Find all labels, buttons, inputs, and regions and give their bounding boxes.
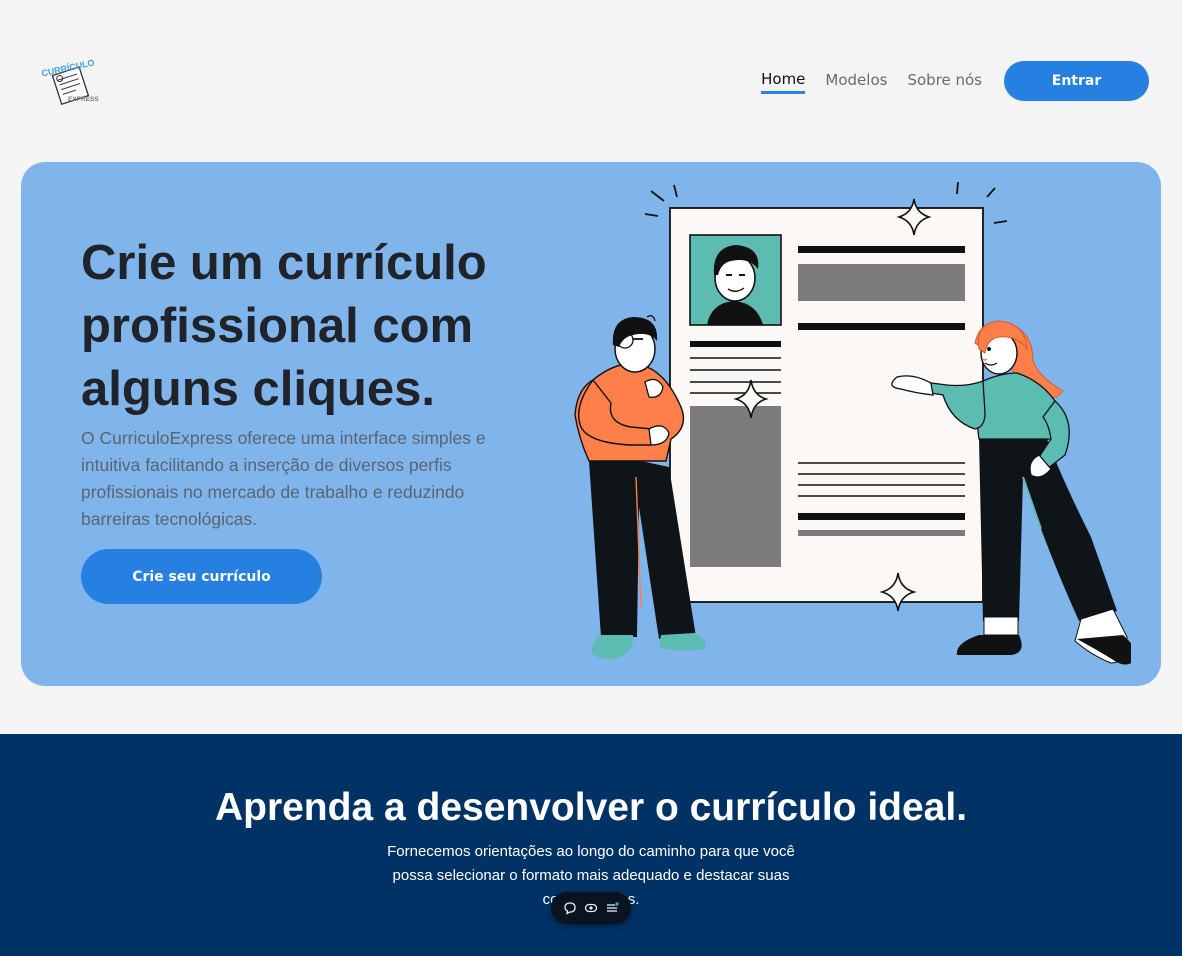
nav-home[interactable]: Home xyxy=(761,69,806,94)
hero-description: O CurriculoExpress oferece uma interface… xyxy=(81,428,486,529)
main-nav: Home Modelos Sobre nós Entrar xyxy=(761,61,1149,101)
logo-text-bottom: EXPRESS xyxy=(68,96,99,103)
comment-icon[interactable] xyxy=(562,900,578,916)
login-button[interactable]: Entrar xyxy=(1004,61,1149,101)
site-header: CURRÍCULO EXPRESS Home Modelos Sobre nós… xyxy=(0,0,1182,162)
logo[interactable]: CURRÍCULO EXPRESS xyxy=(38,56,100,106)
eye-icon[interactable] xyxy=(583,900,599,916)
nav-models[interactable]: Modelos xyxy=(825,70,887,92)
resume-document-icon: CURRÍCULO EXPRESS xyxy=(41,57,99,105)
learn-title: Aprenda a desenvolver o currículo ideal. xyxy=(214,786,968,829)
menu-icon[interactable] xyxy=(604,900,620,916)
hero-title: Crie um currículo profissional com algun… xyxy=(81,236,487,416)
hero-section: Crie um currículo profissional com algun… xyxy=(21,162,1161,686)
floating-toolbar xyxy=(551,892,631,924)
nav-about[interactable]: Sobre nós xyxy=(907,70,982,92)
people-presenting-resume-illustration xyxy=(574,181,1131,665)
create-resume-button[interactable]: Crie seu currículo xyxy=(81,549,322,604)
